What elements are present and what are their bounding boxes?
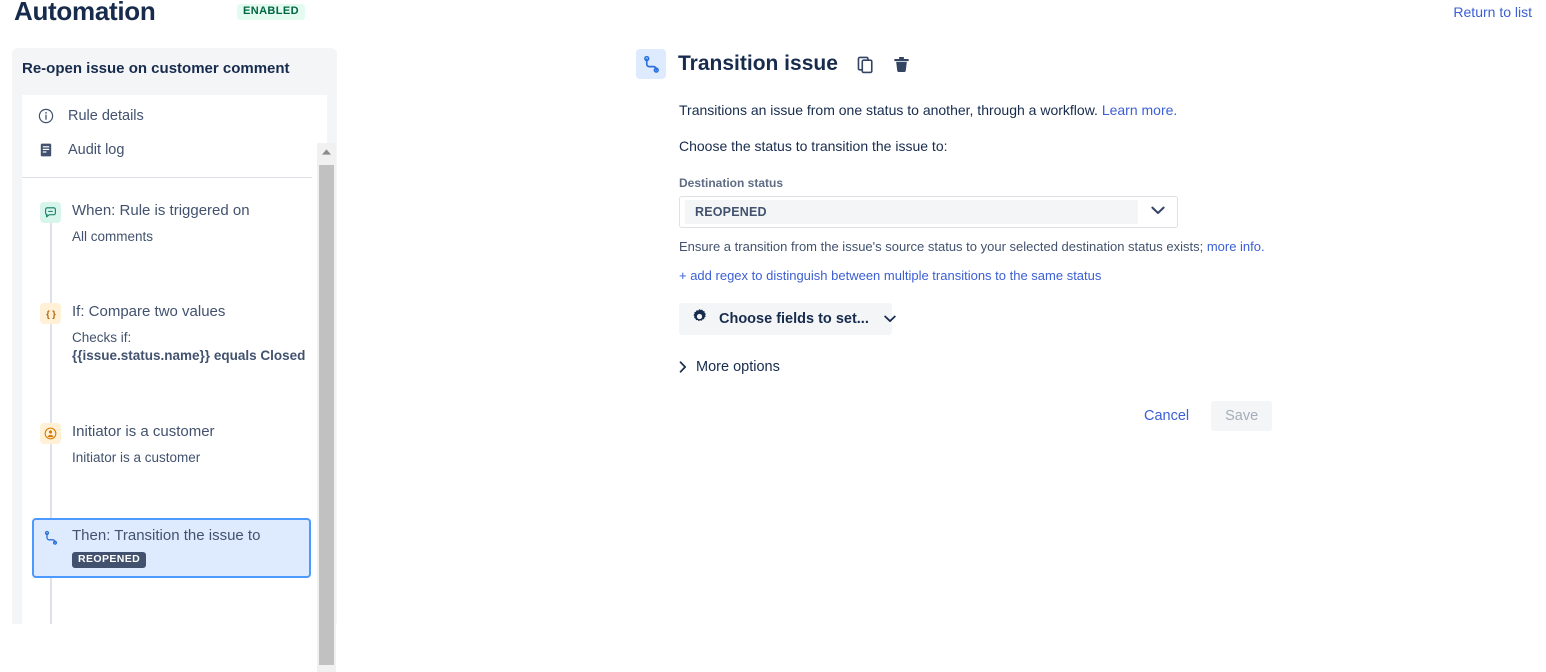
destination-status-chip: REOPENED	[685, 200, 1138, 224]
sidebar-scrollbar[interactable]	[317, 143, 336, 672]
rule-sidebar-card: Re-open issue on customer comment Rule d…	[12, 48, 337, 672]
more-options-label: More options	[696, 359, 780, 375]
rule-step-title: If: Compare two values	[72, 303, 226, 320]
ensure-text: Ensure a transition from the issue's sou…	[679, 239, 1204, 254]
destination-status-label: Destination status	[679, 176, 784, 190]
component-detail-panel: Transition issue Transitions an issue fr…	[636, 48, 1536, 431]
sidebar-item-label: Audit log	[68, 142, 125, 158]
rule-step-initiator-customer[interactable]: Initiator is a customer Initiator is a c…	[32, 416, 311, 473]
rule-step-trigger[interactable]: When: Rule is triggered on All comments	[32, 195, 311, 252]
choose-status-text: Choose the status to transition the issu…	[679, 138, 948, 154]
sidebar-item-label: Rule details	[68, 108, 144, 124]
sidebar-item-audit-log[interactable]: Audit log	[38, 139, 124, 161]
page-title: Automation	[14, 0, 156, 26]
svg-text:{ }: { }	[46, 309, 56, 319]
description-text: Transitions an issue from one status to …	[679, 102, 1098, 118]
info-circle-icon	[38, 108, 54, 124]
copy-icon[interactable]	[856, 55, 875, 74]
top-bar: Automation ENABLED Return to list	[0, 0, 1546, 36]
comment-icon	[40, 202, 61, 223]
rule-step-title: When: Rule is triggered on	[72, 202, 250, 219]
rule-step-transition-issue[interactable]: Then: Transition the issue to REOPENED	[32, 518, 311, 578]
audit-log-icon	[38, 142, 54, 158]
add-regex-link[interactable]: + add regex to distinguish between multi…	[679, 268, 1101, 283]
rule-step-subtitle: Initiator is a customer	[72, 450, 201, 465]
chevron-down-icon	[884, 315, 896, 323]
person-icon	[40, 423, 61, 444]
component-header: Transition issue	[636, 48, 1536, 80]
trash-icon[interactable]	[892, 55, 911, 74]
sidebar-item-rule-details[interactable]: Rule details	[38, 105, 144, 127]
chevron-right-icon	[679, 361, 687, 373]
rule-steps-panel: Rule details Audit log When: Rule is tri…	[22, 95, 327, 624]
rule-step-title: Initiator is a customer	[72, 423, 215, 440]
rule-step-detail: {{issue.status.name}} equals Closed	[72, 348, 306, 363]
transition-icon	[636, 49, 666, 79]
cancel-button[interactable]: Cancel	[1136, 402, 1197, 430]
more-info-link[interactable]: more info.	[1207, 239, 1265, 254]
status-lozenge: REOPENED	[72, 552, 147, 568]
return-to-list-link[interactable]: Return to list	[1453, 4, 1532, 20]
choose-fields-button[interactable]: Choose fields to set...	[679, 303, 896, 335]
gear-icon	[691, 308, 708, 330]
form-actions: Cancel Save	[636, 401, 1536, 431]
scroll-up-arrow-icon[interactable]	[317, 143, 336, 161]
more-options-toggle[interactable]: More options	[679, 359, 780, 375]
destination-status-value: REOPENED	[695, 205, 767, 219]
rule-step-subtitle: Checks if:	[72, 330, 132, 345]
save-button[interactable]: Save	[1211, 401, 1273, 431]
rule-step-title: Then: Transition the issue to	[72, 527, 261, 544]
ensure-transition-text: Ensure a transition from the issue's sou…	[679, 239, 1536, 254]
learn-more-link[interactable]: Learn more.	[1102, 102, 1177, 118]
component-description: Transitions an issue from one status to …	[679, 100, 1536, 120]
rule-step-subtitle: All comments	[72, 229, 154, 244]
destination-status-select[interactable]: REOPENED	[679, 196, 1178, 228]
rule-step-compare-values[interactable]: { } If: Compare two values Checks if: {{…	[32, 296, 311, 371]
transition-icon	[40, 527, 61, 548]
choose-fields-label: Choose fields to set...	[719, 311, 869, 327]
sidebar-divider	[22, 177, 312, 178]
braces-icon: { }	[40, 303, 61, 324]
rule-name: Re-open issue on customer comment	[22, 60, 290, 77]
scrollbar-thumb[interactable]	[319, 165, 334, 665]
status-badge: ENABLED	[237, 4, 305, 20]
chevron-down-icon[interactable]	[1151, 206, 1165, 215]
component-title: Transition issue	[678, 52, 838, 75]
